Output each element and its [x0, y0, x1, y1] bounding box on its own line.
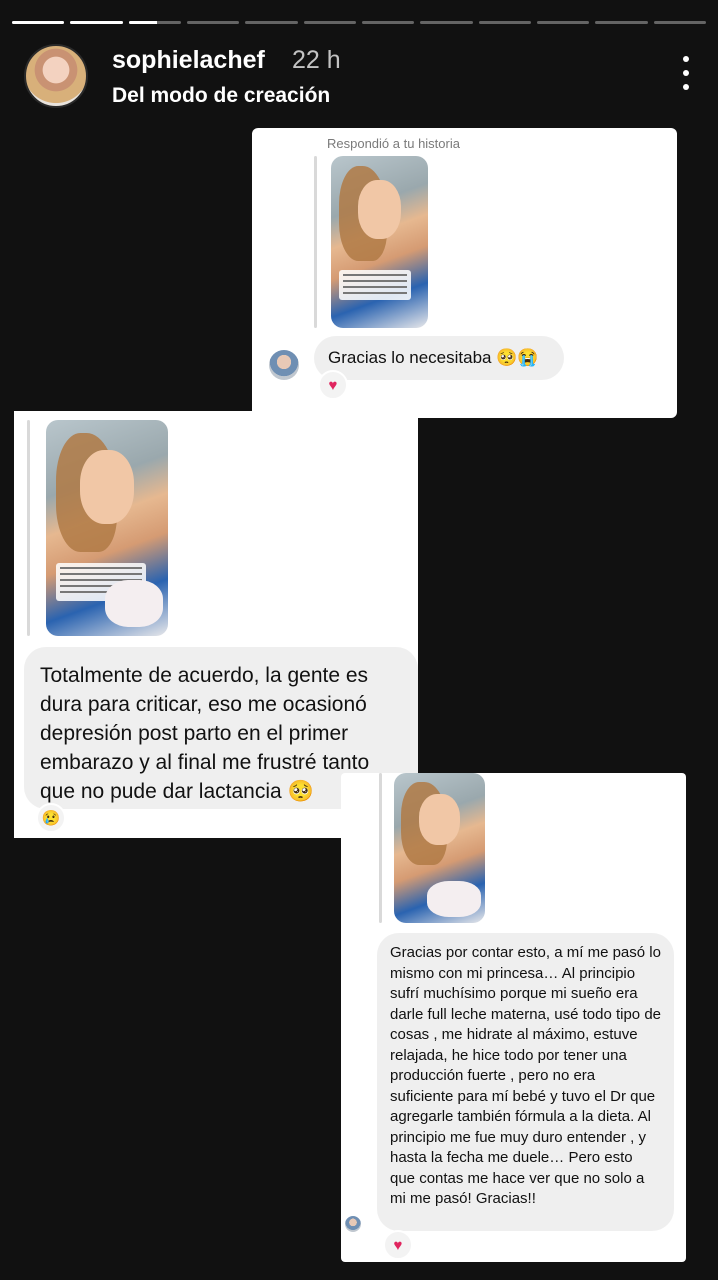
progress-segment: [595, 21, 648, 24]
quote-bar: [379, 773, 382, 923]
more-options-icon[interactable]: [678, 56, 694, 90]
message-text: Gracias lo necesitaba 🥺😭: [328, 348, 539, 367]
progress-segment: [186, 21, 240, 24]
dm-screenshot-1: Respondió a tu historia Gracias lo neces…: [252, 128, 677, 418]
quote-bar: [314, 156, 317, 328]
quote-bar: [27, 420, 30, 636]
progress-segment: [70, 21, 123, 24]
reply-label: Respondió a tu historia: [327, 136, 460, 151]
heart-reaction-icon: ♥: [383, 1230, 413, 1260]
dm-screenshot-3: Gracias por contar esto, a mí me pasó lo…: [341, 773, 686, 1262]
username[interactable]: sophielachef: [112, 46, 265, 75]
message-bubble: Gracias lo necesitaba 🥺😭: [314, 336, 564, 380]
progress-segment: [361, 21, 415, 24]
progress-segment: [303, 21, 356, 24]
progress-segment: [12, 21, 65, 24]
crying-face-reaction-icon: 😢: [36, 803, 66, 833]
timestamp: 22 h: [292, 46, 341, 74]
progress-segment: [420, 21, 473, 24]
progress-segment: [653, 21, 706, 24]
story-progress-bar: [12, 21, 706, 24]
message-bubble: Gracias por contar esto, a mí me pasó lo…: [377, 933, 674, 1231]
sender-avatar: [345, 1216, 361, 1232]
story-thumbnail: [331, 156, 428, 328]
progress-segment: [128, 21, 181, 24]
story-thumbnail: [46, 420, 168, 636]
story-header: sophielachef 22 h Del modo de creación: [24, 42, 694, 108]
story-thumbnail: [394, 773, 485, 923]
avatar[interactable]: [24, 44, 88, 108]
progress-segment: [245, 21, 298, 24]
message-text: Totalmente de acuerdo, la gente es dura …: [40, 664, 370, 803]
heart-reaction-icon: ♥: [318, 370, 348, 400]
progress-segment: [536, 21, 590, 24]
sender-avatar: [269, 350, 299, 380]
story-subtitle: Del modo de creación: [112, 84, 331, 107]
progress-segment: [478, 21, 531, 24]
message-text: Gracias por contar esto, a mí me pasó lo…: [390, 944, 662, 1207]
